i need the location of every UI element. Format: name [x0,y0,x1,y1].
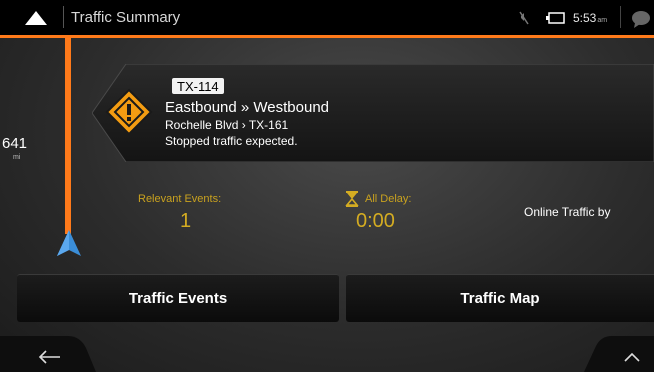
distance-unit: mi [13,154,21,161]
road-badge: TX-114 [172,78,224,94]
event-message: Stopped traffic expected. [165,134,298,148]
expand-tab[interactable] [584,336,654,372]
back-arrow-icon [38,350,60,364]
remaining-distance: 641 mi [2,135,42,161]
all-delay-value: 0:00 [356,210,395,232]
relevant-events-label: Relevant Events: [138,193,222,205]
expand-tab-background [584,336,654,372]
hourglass-icon [345,191,359,207]
warning-icon [105,88,153,136]
top-bar: Traffic Summary 5:53am [0,0,654,38]
clock-time: 5:53 [573,11,597,25]
status-separator [620,6,621,28]
position-arrow-icon [57,230,81,256]
all-delay-label: All Delay: [365,193,412,205]
title-separator [63,6,64,28]
event-direction: Eastbound » Westbound [165,99,330,116]
clock-suffix: am [597,17,608,24]
mute-icon [519,11,529,25]
traffic-summary-screen: Traffic Summary 5:53am 641 mi TX-114 Eas… [0,0,654,372]
back-tab[interactable] [0,336,96,372]
event-location: Rochelle Blvd › TX-161 [165,118,289,132]
chevron-up-icon [624,352,640,362]
status-clock: 5:53am [573,11,607,25]
relevant-events-value: 1 [180,210,192,232]
traffic-event-card[interactable]: TX-114 Eastbound » Westbound Rochelle Bl… [92,64,654,162]
traffic-events-button[interactable]: Traffic Events [17,274,339,322]
distance-value: 641 [2,135,28,152]
back-icon [25,11,47,25]
page-title: Traffic Summary [71,9,181,26]
battery-icon [546,12,565,24]
traffic-map-button[interactable]: Traffic Map [346,274,654,322]
chat-icon[interactable] [631,10,651,28]
route-progress-line [65,38,71,234]
back-button[interactable] [18,6,54,30]
online-traffic-provider: Online Traffic by [524,205,611,219]
